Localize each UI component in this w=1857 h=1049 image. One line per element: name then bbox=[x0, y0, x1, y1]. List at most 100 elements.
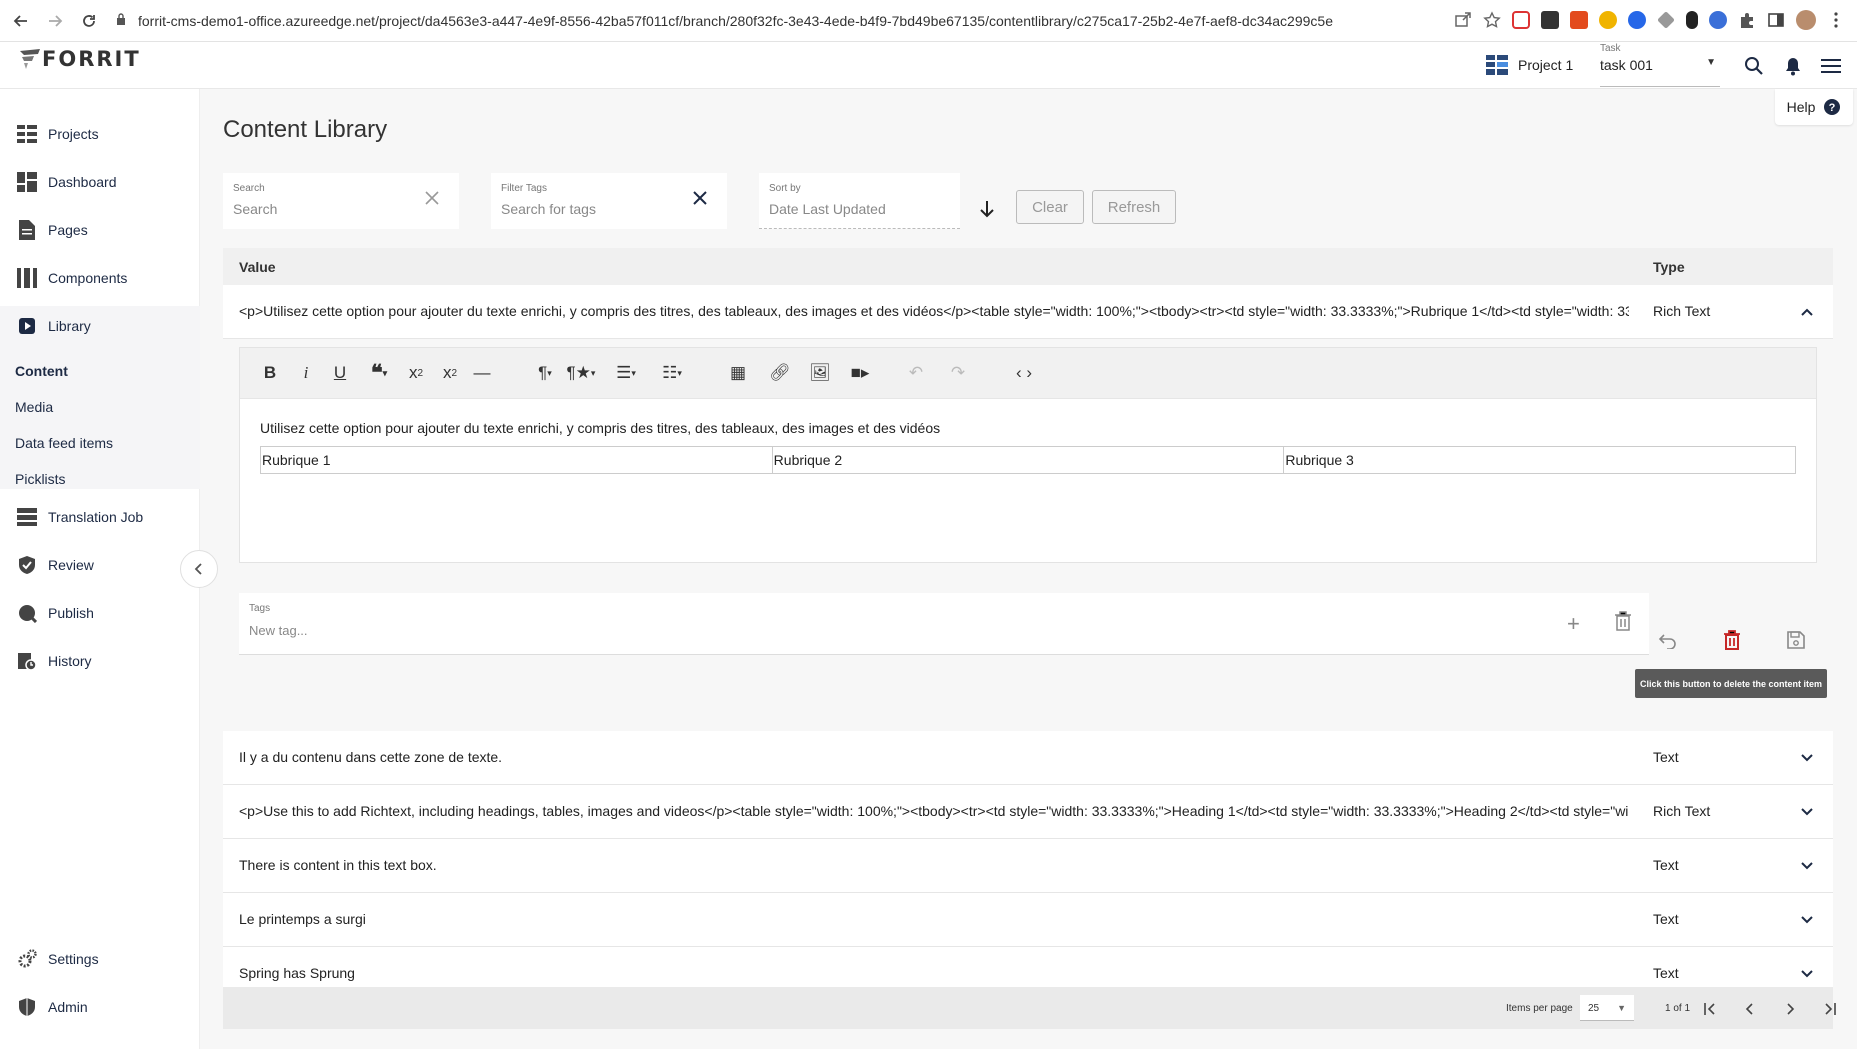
sort-by-select[interactable]: Sort by Date Last Updated bbox=[759, 173, 960, 229]
sidepanel-icon[interactable] bbox=[1767, 11, 1785, 29]
underline-icon[interactable]: U bbox=[330, 361, 350, 385]
help-button[interactable]: Help ? bbox=[1775, 89, 1853, 125]
sidebar-item-components[interactable]: Components bbox=[16, 266, 127, 290]
sidebar-item-review[interactable]: Review bbox=[16, 553, 94, 577]
trash-icon[interactable] bbox=[1614, 611, 1632, 631]
diamond-ext-icon[interactable] bbox=[1657, 11, 1675, 29]
tags-input[interactable]: Tags New tag... + bbox=[239, 593, 1649, 655]
chart-ext-icon[interactable] bbox=[1709, 11, 1727, 29]
a-ext-icon[interactable] bbox=[1628, 11, 1646, 29]
forward-icon[interactable] bbox=[42, 8, 68, 34]
puzzle-icon[interactable] bbox=[1738, 11, 1756, 29]
chevron-down-icon[interactable] bbox=[1798, 911, 1816, 929]
redo-icon[interactable]: ↷ bbox=[946, 361, 970, 385]
sidebar-item-admin[interactable]: Admin bbox=[16, 995, 88, 1019]
se-ext-icon[interactable] bbox=[1541, 11, 1559, 29]
revert-button[interactable] bbox=[1657, 629, 1679, 651]
editor-paragraph[interactable]: Utilisez cette option pour ajouter du te… bbox=[260, 420, 940, 436]
search-icon[interactable] bbox=[1743, 55, 1765, 77]
table-row[interactable]: Le printemps a surgi Text bbox=[223, 893, 1833, 947]
image-icon[interactable]: 🖼︎ bbox=[808, 361, 832, 385]
bold-icon[interactable]: B bbox=[260, 361, 280, 385]
task-select[interactable]: Task task 001 ▼ bbox=[1600, 43, 1720, 87]
superscript-icon[interactable]: x2 bbox=[438, 361, 462, 385]
code-view-icon[interactable]: ‹ › bbox=[1010, 361, 1038, 385]
avatar[interactable] bbox=[1796, 10, 1816, 30]
more-vert-icon[interactable] bbox=[1827, 11, 1845, 29]
address-bar[interactable]: forrit-cms-demo1-office.azureedge.net/pr… bbox=[104, 6, 1434, 36]
share-icon[interactable] bbox=[1454, 11, 1472, 29]
sidebar-sub-content[interactable]: Content bbox=[15, 363, 68, 379]
prev-page-button[interactable] bbox=[1740, 999, 1760, 1019]
arrow-down-icon[interactable] bbox=[978, 199, 996, 219]
close-icon[interactable] bbox=[423, 189, 441, 207]
shield-ext-icon[interactable] bbox=[1512, 11, 1530, 29]
sidebar-item-publish[interactable]: Publish bbox=[16, 601, 94, 625]
items-per-page-select[interactable]: 25 ▼ bbox=[1580, 995, 1634, 1021]
components-icon bbox=[16, 267, 38, 289]
refresh-button[interactable]: Refresh bbox=[1092, 190, 1176, 224]
clear-button[interactable]: Clear bbox=[1016, 190, 1084, 224]
sidebar-item-translation-job[interactable]: Translation Job bbox=[16, 505, 143, 529]
desc-ext-icon[interactable] bbox=[1570, 11, 1588, 29]
chevron-down-icon[interactable] bbox=[1798, 749, 1816, 767]
sidebar-item-history[interactable]: History bbox=[16, 649, 92, 673]
menu-icon[interactable] bbox=[1820, 55, 1842, 77]
rich-text-editor[interactable]: B i U ❝ ▾ x2 x2 — ¶ ▾ ¶★ ▾ ☰ ▾ ☷ ▾ ▦ 🔗︎ 🖼︎ ■▸… bbox=[239, 347, 1817, 563]
editor-table[interactable]: Rubrique 1 Rubrique 2 Rubrique 3 bbox=[260, 446, 1796, 474]
chevron-right-icon bbox=[1787, 1003, 1795, 1015]
add-tag-icon[interactable]: + bbox=[1567, 611, 1580, 637]
save-button[interactable] bbox=[1785, 629, 1807, 651]
sidebar-sub-picklists[interactable]: Picklists bbox=[15, 471, 66, 487]
horizontal-line-icon[interactable]: — bbox=[472, 361, 492, 385]
table-icon[interactable]: ▦ bbox=[726, 361, 750, 385]
next-page-button[interactable] bbox=[1780, 999, 1800, 1019]
star-icon[interactable] bbox=[1483, 11, 1501, 29]
table-row[interactable]: Il y a du contenu dans cette zone de tex… bbox=[223, 731, 1833, 785]
link-icon[interactable]: 🔗︎ bbox=[768, 361, 792, 385]
forrit-logo[interactable]: FORRIT bbox=[18, 47, 141, 71]
back-icon[interactable] bbox=[8, 8, 34, 34]
sidebar-sub-data-feed-items[interactable]: Data feed items bbox=[15, 435, 113, 451]
chevron-down-icon[interactable] bbox=[1798, 965, 1816, 983]
projects-icon bbox=[16, 123, 38, 145]
undo-icon[interactable]: ↶ bbox=[904, 361, 928, 385]
delete-content-button[interactable] bbox=[1721, 629, 1743, 651]
reload-icon[interactable] bbox=[76, 8, 102, 34]
filter-tags-input[interactable]: Filter Tags Search for tags bbox=[491, 173, 727, 229]
chevron-down-icon[interactable] bbox=[1798, 803, 1816, 821]
sidebar-item-projects[interactable]: Projects bbox=[16, 122, 99, 146]
gear-ext-icon[interactable] bbox=[1599, 11, 1617, 29]
italic-icon[interactable]: i bbox=[296, 361, 316, 385]
video-icon[interactable]: ■▸ bbox=[848, 361, 872, 385]
numbered-list-icon[interactable]: ☷ ▾ bbox=[654, 361, 690, 385]
paragraph-style-icon[interactable]: ¶★ ▾ bbox=[564, 361, 598, 385]
paragraph-format-icon[interactable]: ¶ ▾ bbox=[530, 361, 560, 385]
chevron-down-icon[interactable] bbox=[1798, 857, 1816, 875]
project-selector[interactable]: Project 1 bbox=[1486, 55, 1573, 75]
sidebar-item-pages[interactable]: Pages bbox=[16, 218, 88, 242]
bullet-list-icon[interactable]: ☰ ▾ bbox=[608, 361, 644, 385]
editor-table-cell[interactable]: Rubrique 1 bbox=[261, 447, 773, 473]
table-row[interactable]: There is content in this text box. Text bbox=[223, 839, 1833, 893]
extension-icons bbox=[1454, 10, 1845, 30]
editor-table-cell[interactable]: Rubrique 3 bbox=[1284, 447, 1795, 473]
quote-icon[interactable]: ❝ ▾ bbox=[364, 360, 394, 385]
sidebar-item-settings[interactable]: Settings bbox=[16, 947, 99, 971]
bell-icon[interactable] bbox=[1782, 55, 1804, 77]
search-input[interactable]: Search Search bbox=[223, 173, 459, 229]
first-page-button[interactable] bbox=[1700, 999, 1720, 1019]
mouse-ext-icon[interactable] bbox=[1686, 11, 1698, 29]
table-row[interactable]: <p>Use this to add Richtext, including h… bbox=[223, 785, 1833, 839]
last-page-button[interactable] bbox=[1820, 999, 1840, 1019]
sidebar-collapse-button[interactable] bbox=[180, 550, 218, 588]
sidebar-item-library[interactable]: Library bbox=[16, 314, 91, 338]
sidebar-sub-media[interactable]: Media bbox=[15, 399, 53, 415]
subscript-icon[interactable]: x2 bbox=[404, 361, 428, 385]
close-icon[interactable] bbox=[691, 189, 709, 207]
table-row[interactable]: <p>Utilisez cette option pour ajouter du… bbox=[223, 285, 1833, 339]
translation-icon bbox=[16, 506, 38, 528]
chevron-up-icon[interactable] bbox=[1798, 303, 1816, 321]
editor-table-cell[interactable]: Rubrique 2 bbox=[773, 447, 1285, 473]
sidebar-item-dashboard[interactable]: Dashboard bbox=[16, 170, 117, 194]
